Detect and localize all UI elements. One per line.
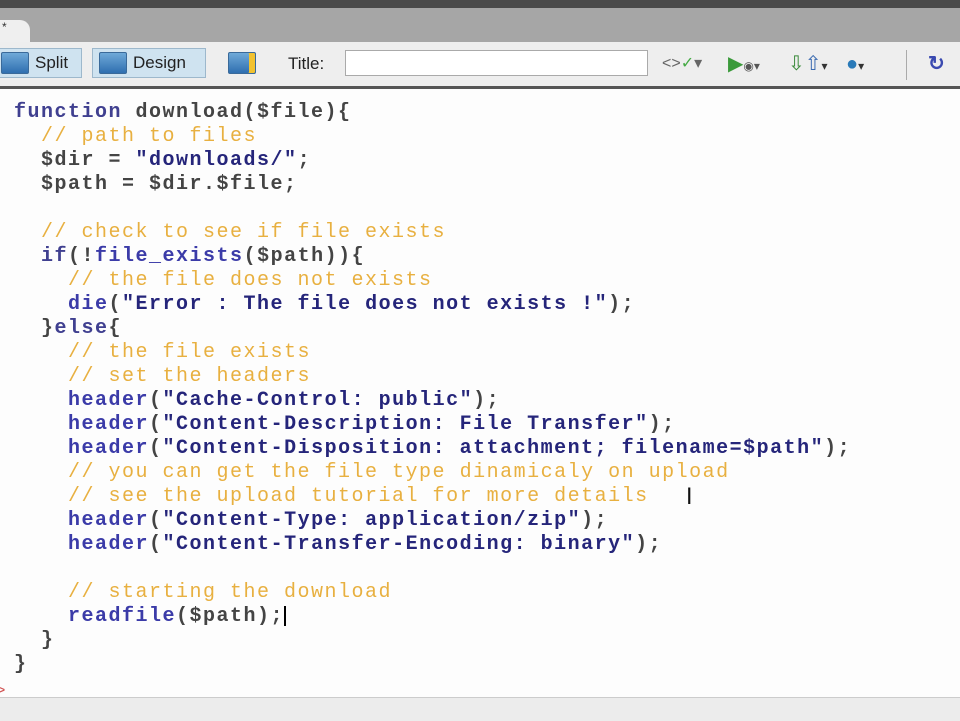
code-token: ); — [473, 389, 501, 412]
code-token: ($path); — [176, 605, 285, 628]
code-token: file_exists — [95, 245, 244, 268]
code-token: $path = $dir.$file; — [14, 173, 298, 196]
live-view-icon — [228, 52, 256, 74]
code-line: } — [14, 653, 28, 677]
code-token: header — [14, 437, 150, 460]
code-token: } — [14, 317, 55, 340]
code-token: ); — [824, 437, 852, 460]
validate-markup-icon[interactable]: <>✓▾ — [662, 52, 702, 76]
code-token: ( — [149, 389, 163, 412]
code-line: // check to see if file exists — [14, 221, 446, 245]
code-token: header — [14, 533, 150, 556]
code-token: ; — [297, 149, 312, 172]
window-top-border — [0, 0, 960, 8]
code-line: // the file exists — [14, 341, 311, 365]
code-editor[interactable]: I function download($file){ // path to f… — [0, 89, 960, 697]
code-token: ); — [608, 293, 636, 316]
code-token: "Content-Disposition: attachment; filena… — [162, 437, 825, 460]
design-view-button[interactable]: Design — [92, 48, 206, 78]
code-token: } — [14, 653, 28, 676]
code-token: { — [108, 317, 123, 340]
status-bar — [0, 697, 960, 721]
code-token: "downloads/" — [135, 149, 298, 172]
document-tab-strip: * — [0, 8, 960, 50]
code-token: header — [14, 509, 150, 532]
code-line: function download($file){ — [14, 101, 352, 125]
code-line: $dir = "downloads/"; — [14, 149, 311, 173]
title-input[interactable] — [345, 50, 648, 76]
code-token: // you can get the file type dinamicaly … — [14, 461, 730, 484]
code-token: "Content-Transfer-Encoding: binary" — [162, 533, 636, 556]
code-token: die — [14, 293, 109, 316]
refresh-icon[interactable]: ↻ — [928, 52, 945, 76]
code-token: ); — [581, 509, 609, 532]
split-label: Split — [35, 53, 69, 72]
code-token: ( — [149, 437, 163, 460]
split-view-button[interactable]: Split — [0, 48, 82, 78]
design-label: Design — [133, 53, 186, 72]
code-line: } — [14, 629, 55, 653]
code-token: // set the headers — [14, 365, 312, 388]
toolbar-separator — [906, 50, 907, 80]
title-label: Title: — [288, 54, 325, 73]
code-line: // the file does not exists — [14, 269, 433, 293]
code-line: // path to files — [14, 125, 257, 149]
code-token: else — [54, 317, 109, 340]
code-token: // path to files — [14, 125, 258, 148]
file-transfer-icon[interactable]: ⇩⇧▾ — [788, 52, 828, 78]
code-token: $dir = — [14, 149, 136, 172]
code-line: header("Content-Description: File Transf… — [14, 413, 676, 437]
code-token: if — [14, 245, 69, 268]
code-line: // you can get the file type dinamicaly … — [14, 461, 730, 485]
preview-icon[interactable]: ▶◉▾ — [728, 52, 760, 78]
code-token: header — [14, 389, 150, 412]
code-token: download($file){ — [135, 101, 352, 124]
code-line: header("Cache-Control: public"); — [14, 389, 500, 413]
code-line: // see the upload tutorial for more deta… — [14, 485, 649, 509]
code-token: ( — [149, 413, 163, 436]
code-token: "Content-Description: File Transfer" — [162, 413, 649, 436]
code-line: header("Content-Type: application/zip"); — [14, 509, 608, 533]
code-token: // check to see if file exists — [14, 221, 447, 244]
code-token: ($path)){ — [243, 245, 366, 268]
code-token: // the file exists — [14, 341, 312, 364]
code-line: if(!file_exists($path)){ — [14, 245, 365, 269]
code-token: "Content-Type: application/zip" — [162, 509, 582, 532]
split-view-icon — [1, 52, 29, 74]
code-token: ( — [149, 509, 163, 532]
design-view-icon — [99, 52, 127, 74]
code-line: // set the headers — [14, 365, 311, 389]
code-token: (! — [68, 245, 96, 268]
code-line: // starting the download — [14, 581, 392, 605]
code-token: ( — [149, 533, 163, 556]
code-token: // the file does not exists — [14, 269, 433, 292]
code-token: // starting the download — [14, 581, 393, 604]
code-line: $path = $dir.$file; — [14, 173, 298, 197]
code-token: header — [14, 413, 150, 436]
code-token: // see the upload tutorial for more deta… — [14, 485, 649, 508]
code-line: readfile($path); — [14, 605, 287, 629]
text-cursor-ibeam-icon: I — [686, 485, 693, 510]
text-caret — [284, 605, 287, 626]
code-token: "Error : The file does not exists !" — [122, 293, 609, 316]
code-token: function — [14, 101, 136, 124]
code-token: readfile — [14, 605, 177, 628]
code-token: ); — [648, 413, 676, 436]
code-token: ( — [108, 293, 123, 316]
code-line: die("Error : The file does not exists !"… — [14, 293, 635, 317]
live-view-button[interactable] — [222, 48, 264, 78]
browser-check-icon[interactable]: ●▾ — [846, 52, 864, 78]
document-toolbar: Split Design Title: <>✓▾ ▶◉▾ ⇩⇧▾ ●▾ ↻ — [0, 42, 960, 89]
tab-label: * — [2, 20, 7, 34]
code-token: "Cache-Control: public" — [162, 389, 474, 412]
code-line: header("Content-Transfer-Encoding: binar… — [14, 533, 662, 557]
code-line: }else{ — [14, 317, 122, 341]
code-token: ); — [635, 533, 663, 556]
code-token: } — [14, 629, 55, 652]
code-line: header("Content-Disposition: attachment;… — [14, 437, 851, 461]
